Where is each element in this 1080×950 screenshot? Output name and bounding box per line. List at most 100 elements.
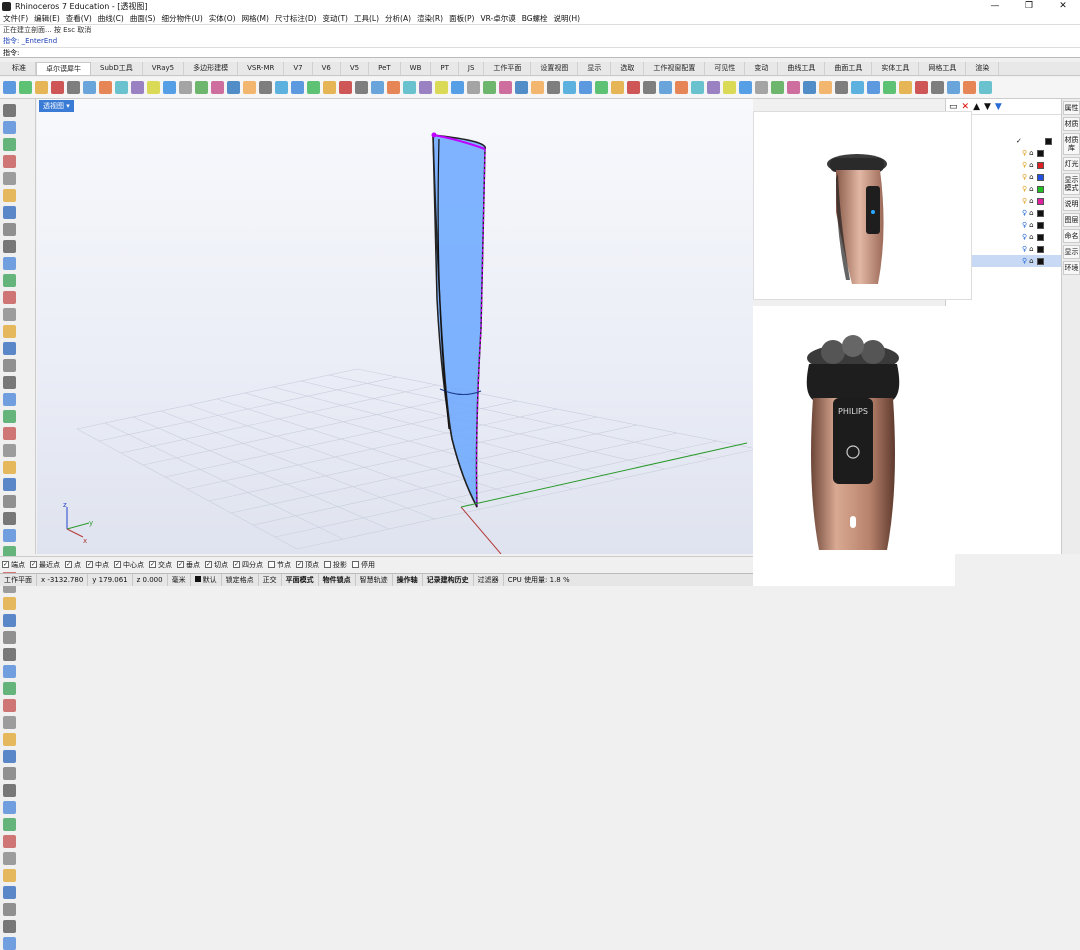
left-tool-icon[interactable] [3,138,16,151]
left-tool-icon[interactable] [3,818,16,831]
status-layer[interactable]: 默认 [191,574,222,586]
toolbar-tool-icon[interactable] [115,81,128,94]
left-tool-icon[interactable] [3,427,16,440]
layer-color-swatch[interactable] [1036,209,1044,217]
left-tool-icon[interactable] [3,869,16,882]
command-prompt-input[interactable]: 指令: [0,47,1080,58]
move-up-icon[interactable]: ▲ [973,102,980,112]
left-tool-icon[interactable] [3,478,16,491]
menu-item[interactable]: 编辑(E) [34,13,60,24]
left-tool-icon[interactable] [3,886,16,899]
toolbar-tool-icon[interactable] [579,81,592,94]
menu-item[interactable]: 尺寸标注(D) [275,13,317,24]
left-tool-icon[interactable] [3,206,16,219]
menu-item[interactable]: 工具(L) [354,13,379,24]
osnap-checkbox[interactable]: ✓ [2,561,9,568]
toolbar-tool-icon[interactable] [563,81,576,94]
osnap-option[interactable]: ✓ 最近点 [30,560,60,570]
osnap-checkbox[interactable]: ✓ [233,561,240,568]
left-tool-icon[interactable] [3,359,16,372]
osnap-option[interactable]: 停用 [352,560,375,570]
filter-icon[interactable]: ▼ [995,102,1002,112]
toolbar-tool-icon[interactable] [19,81,32,94]
left-tool-icon[interactable] [3,852,16,865]
osnap-option[interactable]: ✓ 中点 [86,560,109,570]
toolbar-tool-icon[interactable] [339,81,352,94]
left-tool-icon[interactable] [3,801,16,814]
toolbar-tab[interactable]: V6 [313,62,341,75]
toolbar-tab[interactable]: 可见性 [705,62,746,75]
left-tool-icon[interactable] [3,767,16,780]
side-panel-tab[interactable]: 显示 [1063,245,1080,259]
layer-color-swatch[interactable] [1036,161,1044,169]
toolbar-tool-icon[interactable] [675,81,688,94]
layer-lock-icon[interactable]: ⌂ [1029,245,1033,253]
toolbar-tab[interactable]: 工作视窗配置 [644,62,706,75]
side-panel-tab[interactable]: 灯光 [1063,157,1080,171]
osnap-option[interactable]: ✓ 切点 [205,560,228,570]
ortho-toggle[interactable]: 正交 [259,574,282,586]
layer-visibility-icon[interactable]: ♀ [1022,257,1027,265]
left-tool-icon[interactable] [3,121,16,134]
toolbar-tool-icon[interactable] [723,81,736,94]
toolbar-tool-icon[interactable] [899,81,912,94]
toolbar-tool-icon[interactable] [611,81,624,94]
left-tool-icon[interactable] [3,461,16,474]
osnap-checkbox[interactable] [352,561,359,568]
menu-item[interactable]: VR-卓尔谟 [480,13,515,24]
toolbar-tool-icon[interactable] [307,81,320,94]
toolbar-tab[interactable]: 实体工具 [872,62,920,75]
osnap-checkbox[interactable]: ✓ [296,561,303,568]
toolbar-tab[interactable]: PT [431,62,459,75]
layer-lock-icon[interactable]: ⌂ [1029,197,1033,205]
minimize-button[interactable]: — [978,0,1012,12]
layer-lock-icon[interactable]: ⌂ [1029,173,1033,181]
menu-item[interactable]: 网格(M) [242,13,269,24]
osnap-option[interactable]: ✓ 中心点 [114,560,144,570]
left-tool-icon[interactable] [3,240,16,253]
toolbar-tool-icon[interactable] [707,81,720,94]
osnap-checkbox[interactable]: ✓ [30,561,37,568]
side-panel-tab[interactable]: 命名 [1063,229,1080,243]
toolbar-tab[interactable]: 标准 [3,62,36,75]
toolbar-tool-icon[interactable] [819,81,832,94]
toolbar-tab[interactable]: SubD工具 [91,62,143,75]
osnap-toggle[interactable]: 物件锁点 [319,574,356,586]
left-tool-icon[interactable] [3,614,16,627]
left-tool-icon[interactable] [3,393,16,406]
toolbar-tab[interactable]: 工作平面 [484,62,532,75]
left-tool-icon[interactable] [3,529,16,542]
left-tool-icon[interactable] [3,104,16,117]
planar-toggle[interactable]: 平面模式 [282,574,319,586]
toolbar-tool-icon[interactable] [51,81,64,94]
side-panel-tab[interactable]: 材质 [1063,117,1080,131]
layer-visibility-icon[interactable]: ♀ [1022,161,1027,169]
osnap-checkbox[interactable]: ✓ [65,561,72,568]
layer-visibility-icon[interactable]: ♀ [1022,221,1027,229]
toolbar-tool-icon[interactable] [595,81,608,94]
menu-item[interactable]: BG螺栓 [522,13,548,24]
gumball-toggle[interactable]: 操作轴 [393,574,423,586]
toolbar-tool-icon[interactable] [835,81,848,94]
toolbar-tab[interactable]: 设置视图 [531,62,579,75]
osnap-option[interactable]: ✓ 点 [65,560,81,570]
left-tool-icon[interactable] [3,155,16,168]
toolbar-tab[interactable]: 曲线工具 [778,62,826,75]
layer-color-swatch[interactable] [1036,197,1044,205]
side-panel-tab[interactable]: 说明 [1063,197,1080,211]
osnap-checkbox[interactable]: ✓ [114,561,121,568]
layer-color-swatch[interactable] [1045,137,1052,145]
toolbar-tool-icon[interactable] [195,81,208,94]
left-tool-icon[interactable] [3,733,16,746]
toolbar-tab[interactable]: 显示 [578,62,612,75]
layer-lock-icon[interactable]: ⌂ [1029,209,1033,217]
delete-layer-icon[interactable]: ✕ [962,102,970,112]
viewport-title-tab[interactable]: 透视图 ▾ [39,100,74,112]
toolbar-tool-icon[interactable] [483,81,496,94]
control-point[interactable] [431,132,437,138]
toolbar-tool-icon[interactable] [387,81,400,94]
menu-item[interactable]: 细分物件(U) [161,13,202,24]
osnap-option[interactable]: 投影 [324,560,347,570]
toolbar-tool-icon[interactable] [867,81,880,94]
left-tool-icon[interactable] [3,291,16,304]
